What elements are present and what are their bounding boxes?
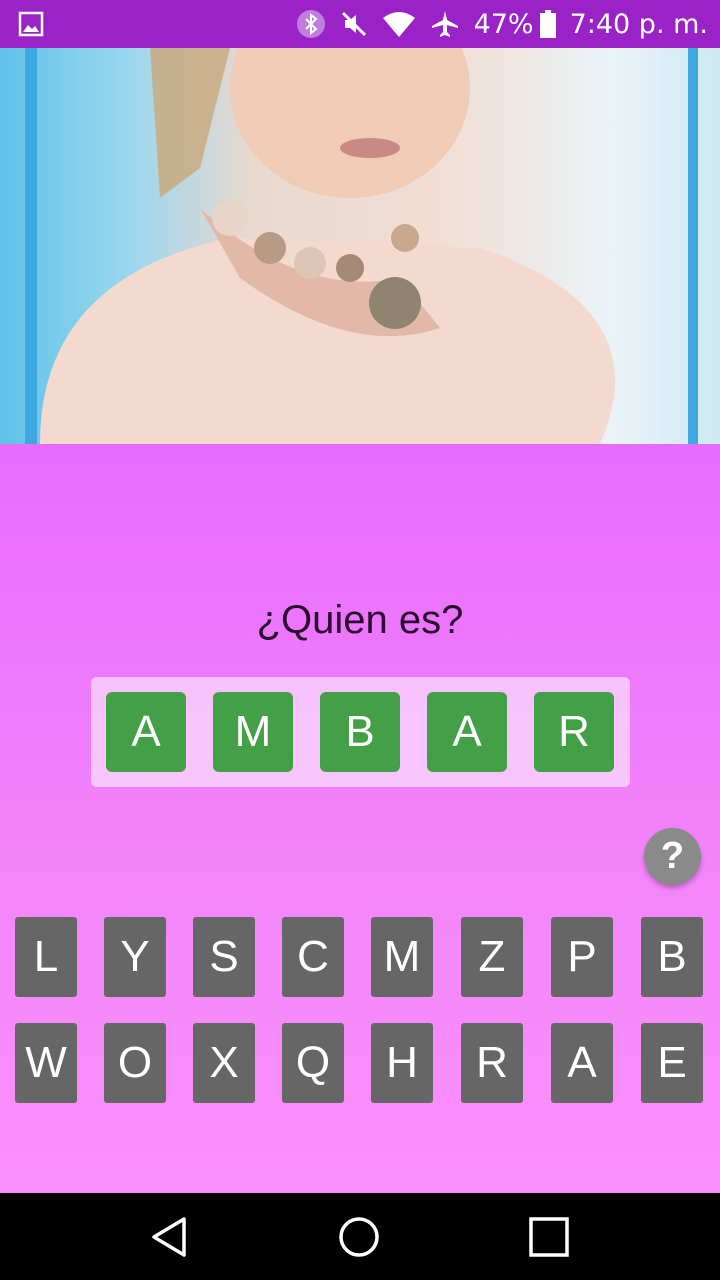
letter-key[interactable]: P <box>551 917 613 997</box>
hint-button[interactable]: ? <box>644 828 701 885</box>
letter-key[interactable]: L <box>15 917 77 997</box>
letter-key[interactable]: X <box>193 1023 255 1103</box>
letter-key[interactable]: M <box>371 917 433 997</box>
status-bar: 47% 7:40 p. m. <box>0 0 720 48</box>
answer-tile[interactable]: M <box>213 692 293 772</box>
back-icon[interactable] <box>148 1215 192 1264</box>
letter-key[interactable]: Z <box>461 917 523 997</box>
letter-key[interactable]: O <box>104 1023 166 1103</box>
letter-key[interactable]: A <box>551 1023 613 1103</box>
letter-key[interactable]: Q <box>282 1023 344 1103</box>
answer-tile[interactable]: A <box>427 692 507 772</box>
letter-key[interactable]: E <box>641 1023 703 1103</box>
answer-panel: A M B A R <box>91 677 630 787</box>
image-notification-icon <box>18 11 44 42</box>
answer-tile[interactable]: R <box>534 692 614 772</box>
letter-key[interactable]: R <box>461 1023 523 1103</box>
mute-icon <box>340 10 368 38</box>
answer-tile[interactable]: A <box>106 692 186 772</box>
battery-icon <box>539 10 556 38</box>
letter-key[interactable]: W <box>15 1023 77 1103</box>
letter-key[interactable]: Y <box>104 917 166 997</box>
game-area: ¿Quien es? A M B A R ? L Y S C M Z P B W… <box>0 444 720 1193</box>
letter-key[interactable]: S <box>193 917 255 997</box>
home-icon[interactable] <box>337 1215 381 1264</box>
navigation-bar <box>0 1193 720 1280</box>
question-label: ¿Quien es? <box>256 598 464 642</box>
clock: 7:40 p. m. <box>569 8 708 40</box>
recents-icon[interactable] <box>527 1215 571 1264</box>
letter-key[interactable]: C <box>282 917 344 997</box>
bluetooth-icon <box>296 9 326 39</box>
question-mark-icon: ? <box>660 835 685 877</box>
letter-key[interactable]: H <box>371 1023 433 1103</box>
battery-percent: 47% <box>473 8 534 40</box>
answer-tile[interactable]: B <box>320 692 400 772</box>
wifi-icon <box>382 10 416 38</box>
letter-key[interactable]: B <box>641 917 703 997</box>
airplane-icon <box>430 9 460 39</box>
celebrity-photo <box>0 48 720 444</box>
